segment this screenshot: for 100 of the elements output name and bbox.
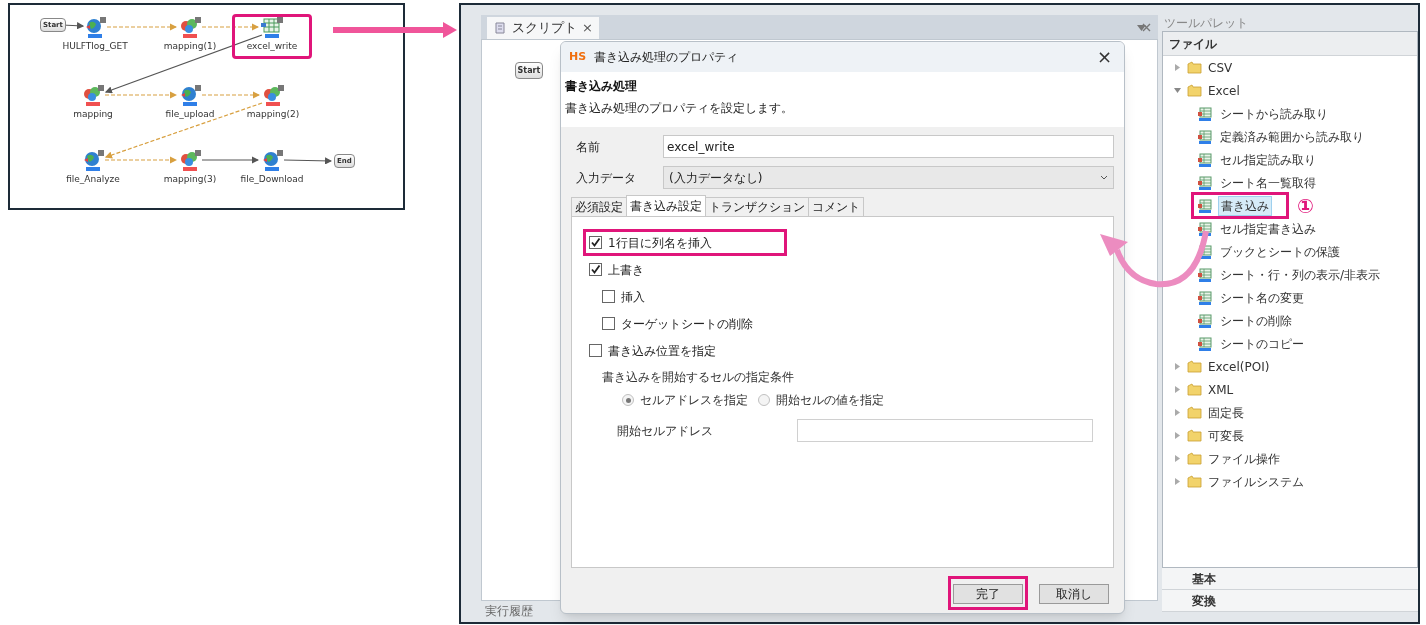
chevron-down-icon xyxy=(1100,175,1108,180)
spreadsheet-icon xyxy=(1198,106,1212,121)
step-annotation: ① xyxy=(1297,195,1314,216)
tree-item[interactable]: セル指定読み取り xyxy=(1218,150,1318,169)
tab[interactable]: トランザクション xyxy=(705,197,809,216)
close-icon[interactable] xyxy=(1142,23,1151,32)
radio-label: 開始セルの値を指定 xyxy=(776,392,884,409)
tree-item[interactable]: シート名の変更 xyxy=(1218,288,1306,307)
start-node: Start xyxy=(515,62,543,79)
radio-label: セルアドレスを指定 xyxy=(640,392,748,409)
folder-icon xyxy=(1187,61,1202,74)
folder-icon xyxy=(1187,429,1202,442)
close-button[interactable]: × xyxy=(1092,48,1116,66)
tree-item[interactable]: ブックとシートの保護 xyxy=(1218,242,1342,261)
folder-icon xyxy=(1187,84,1202,97)
select-field[interactable]: (入力データなし) xyxy=(663,166,1114,189)
category-tab[interactable]: 基本 xyxy=(1162,568,1418,590)
scroll-icon xyxy=(493,21,507,35)
node-label: file_Download xyxy=(240,174,304,185)
condition-label: 書き込みを開始するセルの指定条件 xyxy=(602,369,795,386)
text-field[interactable]: excel_write xyxy=(663,135,1114,158)
spreadsheet-icon xyxy=(1198,221,1212,236)
connector-arrow xyxy=(106,23,178,31)
collapsed-triangle-icon[interactable] xyxy=(1174,64,1181,71)
script-tab[interactable]: スクリプト × xyxy=(487,17,599,39)
panel-tab[interactable]: 実行履歴 xyxy=(481,602,537,620)
checkbox[interactable] xyxy=(589,236,602,249)
tree-item[interactable]: シートの削除 xyxy=(1218,311,1294,330)
field-label: 開始セルアドレス xyxy=(617,422,714,440)
connector-arrow xyxy=(283,157,333,165)
checkbox[interactable] xyxy=(589,263,602,276)
dialog-button[interactable]: 取消し xyxy=(1039,584,1109,604)
spreadsheet-icon xyxy=(1198,152,1212,167)
dialog-heading: 書き込み処理 xyxy=(565,78,638,95)
checkbox[interactable] xyxy=(602,317,615,330)
tree-item[interactable]: Excel(POI) xyxy=(1208,357,1270,376)
tree-item[interactable]: セル指定書き込み xyxy=(1218,219,1318,238)
spreadsheet-icon xyxy=(1198,313,1212,328)
tab[interactable]: 必須設定 xyxy=(571,197,627,216)
tree-item[interactable]: 固定長 xyxy=(1208,403,1244,422)
folder-icon xyxy=(1187,475,1202,488)
collapsed-triangle-icon[interactable] xyxy=(1174,455,1181,462)
circles-icon xyxy=(261,85,285,107)
tree-item[interactable]: シートから読み取り xyxy=(1218,104,1330,123)
checkbox-label: 上書き xyxy=(608,261,644,279)
app-logo: HS xyxy=(569,48,587,65)
folder-icon xyxy=(1187,452,1202,465)
node-label: file_Analyze xyxy=(66,174,120,185)
spreadsheet-icon xyxy=(1198,336,1212,351)
tree-item[interactable]: XML xyxy=(1208,380,1234,399)
checkbox-label: 1行目に列名を挿入 xyxy=(608,234,712,252)
category-tab[interactable]: 変換 xyxy=(1162,590,1418,612)
palette-title: ツールパレット xyxy=(1163,15,1249,27)
tab[interactable]: 書き込み設定 xyxy=(626,195,706,216)
tree-item[interactable]: Excel xyxy=(1208,81,1240,100)
circles-icon xyxy=(178,150,202,172)
checkbox[interactable] xyxy=(589,344,602,357)
node-label: mapping(3) xyxy=(163,174,217,185)
dialog-title: 書き込み処理のプロパティ xyxy=(594,49,739,66)
tree-item[interactable]: 定義済み範囲から読み取り xyxy=(1218,127,1366,146)
spreadsheet-icon xyxy=(1198,244,1212,259)
tree-item[interactable]: シート名一覧取得 xyxy=(1218,173,1318,192)
text-field[interactable] xyxy=(797,419,1093,442)
spreadsheet-icon xyxy=(1198,175,1212,190)
collapsed-triangle-icon[interactable] xyxy=(1174,409,1181,416)
spreadsheet-icon xyxy=(1198,198,1212,213)
expanded-triangle-icon[interactable] xyxy=(1174,87,1181,94)
tree-item[interactable]: ファイル操作 xyxy=(1208,449,1280,468)
field-label: 名前 xyxy=(575,138,601,156)
spreadsheet-icon xyxy=(1198,267,1212,282)
tree-item[interactable]: CSV xyxy=(1208,58,1233,77)
folder-icon xyxy=(1187,406,1202,419)
field-label: 入力データ xyxy=(575,169,637,187)
folder-icon xyxy=(1187,383,1202,396)
checkbox[interactable] xyxy=(602,290,615,303)
folder-icon xyxy=(1187,360,1202,373)
node-label: HULFTlog_GET xyxy=(62,41,128,52)
radio-button[interactable] xyxy=(622,394,634,406)
tree-item[interactable]: シート・行・列の表示/非表示 xyxy=(1218,265,1383,284)
check-icon xyxy=(590,237,601,248)
radio-button[interactable] xyxy=(758,394,770,406)
checkbox-label: 挿入 xyxy=(621,288,645,306)
tab[interactable]: コメント xyxy=(808,197,864,216)
dialog-button[interactable]: 完了 xyxy=(953,584,1023,604)
node-label: excel_write xyxy=(246,41,298,52)
collapsed-triangle-icon[interactable] xyxy=(1174,432,1181,439)
tree-item[interactable]: 書き込み xyxy=(1218,195,1272,216)
tree-item[interactable]: シートのコピー xyxy=(1218,334,1306,353)
spreadsheet-icon xyxy=(260,17,284,39)
tree-item[interactable]: 可変長 xyxy=(1208,426,1244,445)
tab-close[interactable]: × xyxy=(582,18,593,38)
node-label: mapping xyxy=(73,109,113,120)
collapsed-triangle-icon[interactable] xyxy=(1174,363,1181,370)
collapsed-triangle-icon[interactable] xyxy=(1174,386,1181,393)
circles-icon xyxy=(178,17,202,39)
dropdown-icon[interactable] xyxy=(1137,25,1146,31)
tree-item[interactable]: ファイルシステム xyxy=(1208,472,1304,491)
checkbox-label: ターゲットシートの削除 xyxy=(621,315,753,333)
tab-label: スクリプト xyxy=(512,19,577,38)
collapsed-triangle-icon[interactable] xyxy=(1174,478,1181,485)
